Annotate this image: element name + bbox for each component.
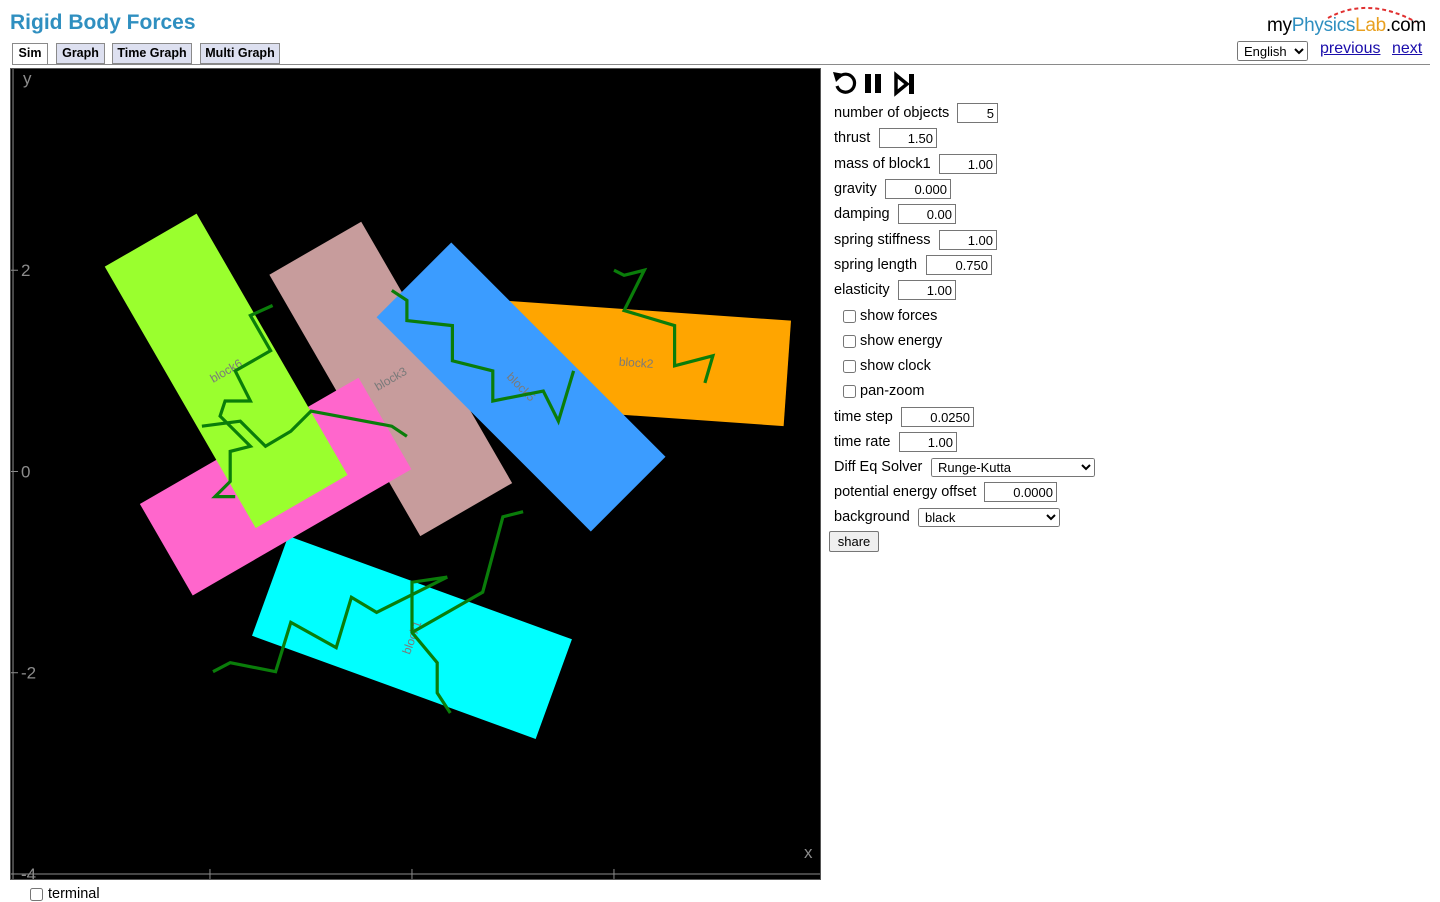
gravity-input[interactable] xyxy=(885,179,951,199)
spring-length-input[interactable] xyxy=(926,255,992,275)
terminal-check[interactable] xyxy=(30,888,43,901)
tab-multi-graph[interactable]: Multi Graph xyxy=(200,43,280,64)
previous-link[interactable]: previous xyxy=(1320,40,1380,58)
label-diff-eq-solver: Diff Eq Solver xyxy=(834,459,923,475)
tab-graph[interactable]: Graph xyxy=(56,43,105,64)
time-rate-input[interactable] xyxy=(899,432,957,452)
tab-divider xyxy=(12,64,1430,65)
time-step-input[interactable] xyxy=(901,407,974,427)
logo-text-com: .com xyxy=(1385,15,1426,36)
block2-label: block2 xyxy=(618,355,654,371)
pause-button[interactable] xyxy=(862,70,888,98)
tab-sim[interactable]: Sim xyxy=(12,43,48,65)
share-button[interactable]: share xyxy=(829,531,879,552)
label-thrust: thrust xyxy=(834,130,871,146)
background-select[interactable]: black xyxy=(918,508,1060,527)
x-axis-label: x xyxy=(804,843,813,862)
show-forces-check[interactable] xyxy=(843,310,856,323)
block1-group: block1 xyxy=(252,536,572,739)
step-button[interactable] xyxy=(894,70,920,98)
pause-icon xyxy=(865,74,881,93)
mass-of-block1-input[interactable] xyxy=(939,154,997,174)
potential-energy-offset-input[interactable] xyxy=(984,482,1057,502)
step-icon xyxy=(894,71,914,97)
label-number-of-objects: number of objects xyxy=(834,105,950,121)
elasticity-input[interactable] xyxy=(898,280,956,300)
label-elasticity: elasticity xyxy=(834,282,890,298)
blocks: block1block2block3block4block5block6 xyxy=(104,213,791,739)
simulation-canvas[interactable]: -4-20220-2-4xy block1block2block3block4b… xyxy=(10,68,821,880)
tab-time-graph[interactable]: Time Graph xyxy=(112,43,192,64)
label-background: background xyxy=(834,509,910,525)
language-select[interactable]: English xyxy=(1237,41,1308,61)
label-potential-energy-offset: potential energy offset xyxy=(834,484,977,500)
pan-zoom-check[interactable] xyxy=(843,385,856,398)
logo-text-my: my xyxy=(1267,15,1292,36)
y-tick-label: -2 xyxy=(21,664,36,683)
show-forces-label: show forces xyxy=(860,308,938,324)
label-time-step: time step xyxy=(834,409,893,425)
y-tick-label: 0 xyxy=(21,462,30,481)
logo-text-lab: Lab xyxy=(1355,15,1386,36)
page-title: Rigid Body Forces xyxy=(10,11,196,34)
next-link[interactable]: next xyxy=(1392,40,1422,58)
reset-icon xyxy=(833,72,857,94)
label-spring-length: spring length xyxy=(834,257,918,273)
x-tick-label: -4 xyxy=(11,876,16,879)
y-tick-label: 2 xyxy=(21,261,30,280)
damping-input[interactable] xyxy=(898,204,956,224)
spring-stiffness-input[interactable] xyxy=(939,230,997,250)
diff-eq-solver-select[interactable]: Runge-Kutta xyxy=(931,458,1095,477)
logo-text-physics: Physics xyxy=(1291,15,1356,36)
thrust-input[interactable] xyxy=(879,128,937,148)
label-mass-of-block1: mass of block1 xyxy=(834,156,931,172)
show-clock-label: show clock xyxy=(860,358,931,374)
show-clock-check[interactable] xyxy=(843,360,856,373)
number-of-objects-input[interactable] xyxy=(957,103,998,123)
simulation-svg[interactable]: -4-20220-2-4xy block1block2block3block4b… xyxy=(11,69,820,879)
label-time-rate: time rate xyxy=(834,434,891,450)
label-spring-stiffness: spring stiffness xyxy=(834,232,931,248)
y-axis-label: y xyxy=(23,69,32,88)
reset-button[interactable] xyxy=(832,70,858,98)
x-tick-label: 0 xyxy=(407,876,416,879)
site-logo[interactable]: myPhysicsLab.com xyxy=(1266,4,1426,38)
x-tick-label: 2 xyxy=(609,876,618,879)
show-energy-check[interactable] xyxy=(843,335,856,348)
pan-zoom-label: pan-zoom xyxy=(860,383,925,399)
label-gravity: gravity xyxy=(834,181,877,197)
x-tick-label: -2 xyxy=(202,876,217,879)
show-energy-label: show energy xyxy=(860,333,943,349)
y-tick-label: -4 xyxy=(21,865,36,879)
logo-text: myPhysicsLab.com xyxy=(1267,15,1426,37)
label-damping: damping xyxy=(834,206,890,222)
